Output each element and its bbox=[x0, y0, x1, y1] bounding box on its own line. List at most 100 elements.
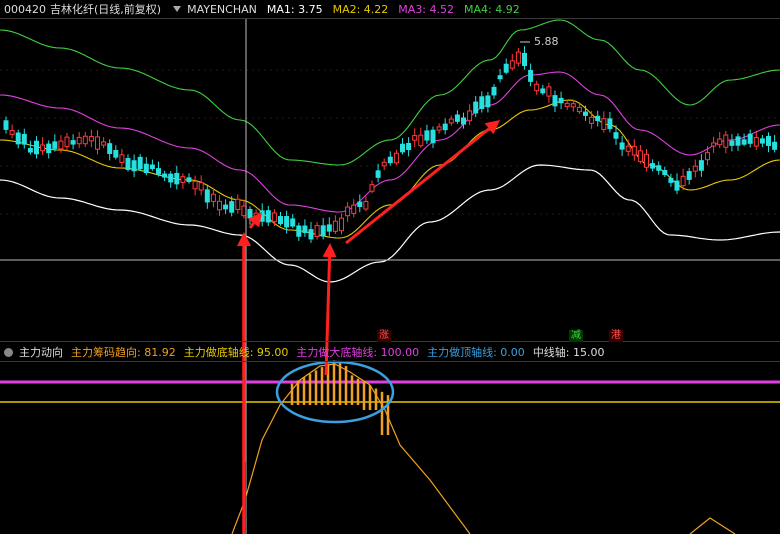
header-separator bbox=[0, 18, 780, 19]
candlestick bbox=[180, 176, 186, 183]
ma4-label: MA4: 4.92 bbox=[464, 2, 520, 16]
settings-gear-icon[interactable] bbox=[4, 347, 13, 357]
candlestick bbox=[174, 172, 180, 185]
candlestick bbox=[125, 158, 131, 170]
candlestick bbox=[650, 163, 656, 169]
candlestick bbox=[314, 225, 320, 238]
candlestick bbox=[631, 145, 637, 156]
stock-code: 000420 bbox=[4, 2, 46, 16]
candlestick bbox=[204, 189, 210, 203]
candlestick bbox=[192, 180, 198, 190]
dropdown-triangle-icon[interactable] bbox=[173, 6, 182, 12]
arrow-up-left-head bbox=[237, 232, 251, 246]
candlestick bbox=[162, 173, 168, 178]
chart-canvas[interactable] bbox=[0, 0, 780, 534]
candlestick bbox=[369, 184, 375, 192]
candlestick bbox=[113, 150, 119, 158]
candlestick bbox=[320, 225, 326, 237]
candlestick bbox=[698, 160, 704, 171]
candlestick bbox=[576, 106, 582, 113]
top-axis-label: 主力做顶轴线: 0.00 bbox=[427, 346, 525, 359]
candlestick bbox=[503, 63, 509, 73]
candlestick bbox=[564, 102, 570, 107]
candlestick bbox=[15, 132, 21, 145]
candlestick bbox=[735, 136, 741, 146]
candlestick bbox=[326, 224, 332, 232]
candlestick bbox=[540, 88, 546, 94]
candlestick bbox=[491, 86, 497, 96]
candlestick bbox=[418, 134, 424, 147]
candlestick bbox=[34, 140, 39, 155]
candlestick bbox=[558, 97, 564, 104]
candlestick bbox=[186, 177, 192, 183]
candlestick bbox=[607, 118, 613, 130]
candlestick bbox=[534, 83, 540, 92]
candlestick bbox=[515, 51, 521, 64]
candlestick bbox=[247, 209, 253, 219]
candlestick bbox=[400, 143, 405, 153]
candlestick bbox=[412, 135, 418, 141]
ma2-band-line bbox=[0, 99, 780, 239]
arrow-up-right-head bbox=[322, 243, 337, 258]
candlestick bbox=[40, 144, 46, 152]
indicator-name[interactable]: MAYENCHAN bbox=[187, 3, 257, 16]
candlestick bbox=[442, 123, 448, 131]
candlestick bbox=[406, 142, 412, 151]
candlestick bbox=[241, 205, 247, 217]
candlestick bbox=[27, 147, 33, 153]
price-high-annotation: 5.88 bbox=[534, 35, 559, 48]
candlestick bbox=[21, 133, 27, 145]
candlestick bbox=[436, 126, 442, 131]
candlestick bbox=[601, 118, 607, 130]
candlestick bbox=[308, 229, 314, 240]
trend-label: 主力筹码趋向: 81.92 bbox=[71, 346, 176, 359]
candlestick bbox=[345, 206, 351, 217]
candlestick bbox=[424, 130, 430, 141]
candlestick bbox=[119, 154, 125, 163]
candlestick bbox=[296, 225, 302, 237]
candlestick bbox=[546, 86, 552, 97]
badge-hk: 港 bbox=[609, 330, 623, 342]
candlestick bbox=[393, 152, 399, 164]
candlestick bbox=[528, 69, 534, 82]
ma1-label: MA1: 3.75 bbox=[266, 2, 323, 16]
candlestick bbox=[210, 193, 216, 202]
candlestick bbox=[70, 140, 76, 145]
period-note: (日线,前复权) bbox=[94, 3, 162, 16]
candlestick bbox=[265, 210, 271, 223]
candlestick bbox=[64, 136, 70, 148]
ma3-label: MA3: 4.52 bbox=[398, 2, 455, 16]
ma2-label: MA2: 4.22 bbox=[332, 2, 389, 16]
candlestick bbox=[76, 136, 82, 145]
candlestick bbox=[668, 177, 674, 183]
candlestick bbox=[156, 168, 161, 175]
mid-axis-label: 中线轴: 15.00 bbox=[532, 346, 605, 359]
candlestick bbox=[387, 156, 393, 164]
candlestick bbox=[9, 130, 15, 135]
badge-rise: 涨 bbox=[377, 330, 391, 342]
subpanel-title[interactable]: 主力动向 bbox=[19, 344, 63, 360]
candlestick bbox=[143, 163, 149, 174]
candlestick bbox=[95, 136, 100, 150]
candlestick bbox=[766, 136, 771, 146]
candlestick bbox=[448, 118, 454, 124]
candlestick bbox=[101, 141, 107, 146]
candlestick bbox=[509, 60, 515, 69]
candlestick bbox=[772, 141, 778, 150]
candlestick bbox=[625, 145, 631, 152]
badge-reduce: 减 bbox=[569, 330, 583, 342]
candlestick bbox=[302, 225, 308, 233]
candlestick bbox=[662, 170, 668, 176]
stock-name: 吉林化纤 bbox=[50, 3, 94, 16]
candlestick bbox=[46, 143, 52, 154]
candlestick bbox=[461, 117, 466, 125]
candlestick bbox=[619, 142, 625, 150]
trend-line-end bbox=[689, 517, 736, 534]
candlestick bbox=[198, 182, 204, 191]
candlestick bbox=[229, 201, 235, 213]
candlestick bbox=[357, 201, 363, 207]
candlestick bbox=[351, 204, 357, 214]
candlestick bbox=[473, 101, 479, 114]
candlestick bbox=[375, 170, 381, 178]
candlestick bbox=[552, 95, 558, 107]
